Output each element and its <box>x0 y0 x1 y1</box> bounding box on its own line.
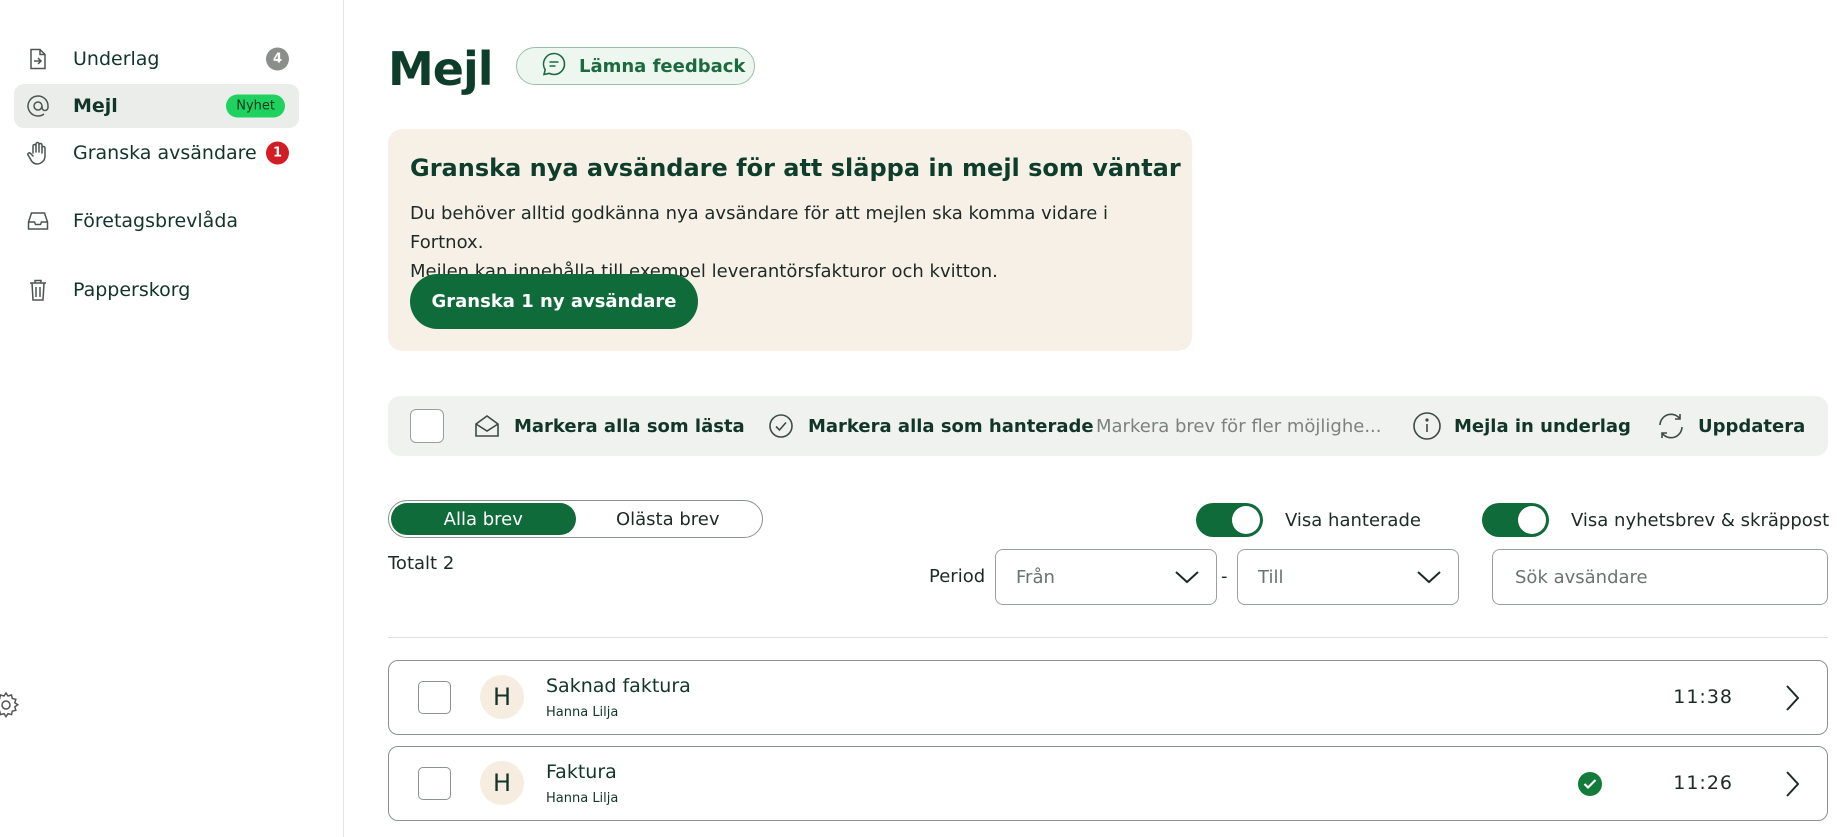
mark-all-handled-label: Markera alla som hanterade <box>808 415 1094 437</box>
refresh-label: Uppdatera <box>1698 415 1806 437</box>
refresh-icon <box>1656 411 1686 441</box>
document-arrow-icon <box>26 47 50 71</box>
mail-list-item[interactable]: H Saknad faktura Hanna Lilja 11:38 <box>388 660 1828 735</box>
bulk-action-toolbar: Markera alla som lästa Markera alla som … <box>388 396 1828 456</box>
avatar: H <box>480 761 524 805</box>
mail-select-checkbox[interactable] <box>418 767 451 800</box>
mail-time: 11:38 <box>1673 686 1733 708</box>
mail-time: 11:26 <box>1673 772 1733 794</box>
mail-select-checkbox[interactable] <box>418 681 451 714</box>
hand-icon <box>26 141 50 165</box>
chevron-right-icon[interactable] <box>1783 683 1801 713</box>
mark-all-handled-button[interactable]: Markera alla som hanterade <box>766 396 1094 456</box>
feedback-button-label: Lämna feedback <box>579 55 746 77</box>
gear-icon[interactable] <box>0 691 20 719</box>
select-all-checkbox[interactable] <box>410 409 444 443</box>
count-badge: 1 <box>266 141 289 165</box>
mark-all-read-label: Markera alla som lästa <box>514 415 745 437</box>
banner-title: Granska nya avsändare för att släppa in … <box>410 154 1181 182</box>
mail-filter-segment: Alla brev Olästa brev <box>388 500 763 538</box>
mail-list-item[interactable]: H Faktura Hanna Lilja 11:26 <box>388 746 1828 821</box>
chevron-down-icon <box>1416 566 1442 588</box>
review-sender-button[interactable]: Granska 1 ny avsändare <box>410 274 698 329</box>
info-icon <box>1412 411 1442 441</box>
sender-search-input[interactable] <box>1492 549 1828 605</box>
banner-text: Du behöver alltid godkänna nya avsändare… <box>410 199 1180 286</box>
mark-all-read-button[interactable]: Markera alla som lästa <box>472 396 745 456</box>
divider <box>388 637 1828 638</box>
sidebar: Underlag 4 Mejl Nyhet Granska avsändare … <box>0 0 344 837</box>
sidebar-item-mejl[interactable]: Mejl Nyhet <box>14 84 299 128</box>
page-title: Mejl <box>388 42 494 96</box>
period-separator: - <box>1221 566 1228 587</box>
count-badge: 4 <box>266 47 289 71</box>
sidebar-item-label: Underlag <box>73 48 160 70</box>
chat-bubble-icon <box>541 51 567 81</box>
mail-in-documents-label: Mejla in underlag <box>1454 415 1631 437</box>
inbox-tray-icon <box>26 209 50 233</box>
sidebar-item-granska-avsandare[interactable]: Granska avsändare 1 <box>14 131 299 175</box>
segment-all-mail[interactable]: Alla brev <box>391 503 576 535</box>
sidebar-item-label: Mejl <box>73 95 118 117</box>
mail-sender: Hanna Lilja <box>546 791 619 806</box>
from-placeholder: Från <box>1016 566 1055 588</box>
review-senders-banner: Granska nya avsändare för att släppa in … <box>388 129 1192 351</box>
sidebar-item-label: Företagsbrevlåda <box>73 210 239 232</box>
segment-unread-mail[interactable]: Olästa brev <box>576 503 761 535</box>
at-sign-icon <box>26 94 50 118</box>
period-to-select[interactable]: Till <box>1237 549 1459 605</box>
total-count: Totalt 2 <box>388 553 455 574</box>
selection-hint: Markera brev för fler möjlighe... <box>1096 415 1382 437</box>
sidebar-item-label: Papperskorg <box>73 279 191 301</box>
toggle-switch[interactable] <box>1196 503 1263 537</box>
refresh-button[interactable]: Uppdatera <box>1656 396 1805 456</box>
sidebar-item-papperskorg[interactable]: Papperskorg <box>14 268 299 312</box>
sidebar-item-underlag[interactable]: Underlag 4 <box>14 37 299 81</box>
period-from-select[interactable]: Från <box>995 549 1217 605</box>
toggle-label: Visa hanterade <box>1285 509 1421 531</box>
period-label: Period <box>929 566 986 587</box>
mail-in-documents-button[interactable]: Mejla in underlag <box>1412 396 1631 456</box>
sidebar-item-label: Granska avsändare <box>73 142 257 164</box>
toggle-label: Visa nyhetsbrev & skräppost <box>1571 509 1830 531</box>
mail-sender: Hanna Lilja <box>546 705 619 720</box>
sidebar-item-foretagsbrevlada[interactable]: Företagsbrevlåda <box>14 199 299 243</box>
avatar: H <box>480 675 524 719</box>
show-handled-toggle[interactable]: Visa hanterade <box>1196 503 1421 537</box>
mail-subject: Saknad faktura <box>546 675 691 697</box>
chevron-down-icon <box>1174 566 1200 588</box>
show-newsletters-toggle[interactable]: Visa nyhetsbrev & skräppost <box>1482 503 1829 537</box>
feedback-button[interactable]: Lämna feedback <box>516 47 755 85</box>
envelope-open-icon <box>472 411 502 441</box>
chevron-right-icon[interactable] <box>1783 769 1801 799</box>
toggle-switch[interactable] <box>1482 503 1549 537</box>
banner-text-line: Du behöver alltid godkänna nya avsändare… <box>410 203 1109 253</box>
handled-check-icon <box>1578 772 1602 796</box>
trash-icon <box>26 278 50 302</box>
mail-subject: Faktura <box>546 761 617 783</box>
check-circle-icon <box>766 411 796 441</box>
to-placeholder: Till <box>1258 566 1284 588</box>
new-badge: Nyhet <box>226 94 285 118</box>
